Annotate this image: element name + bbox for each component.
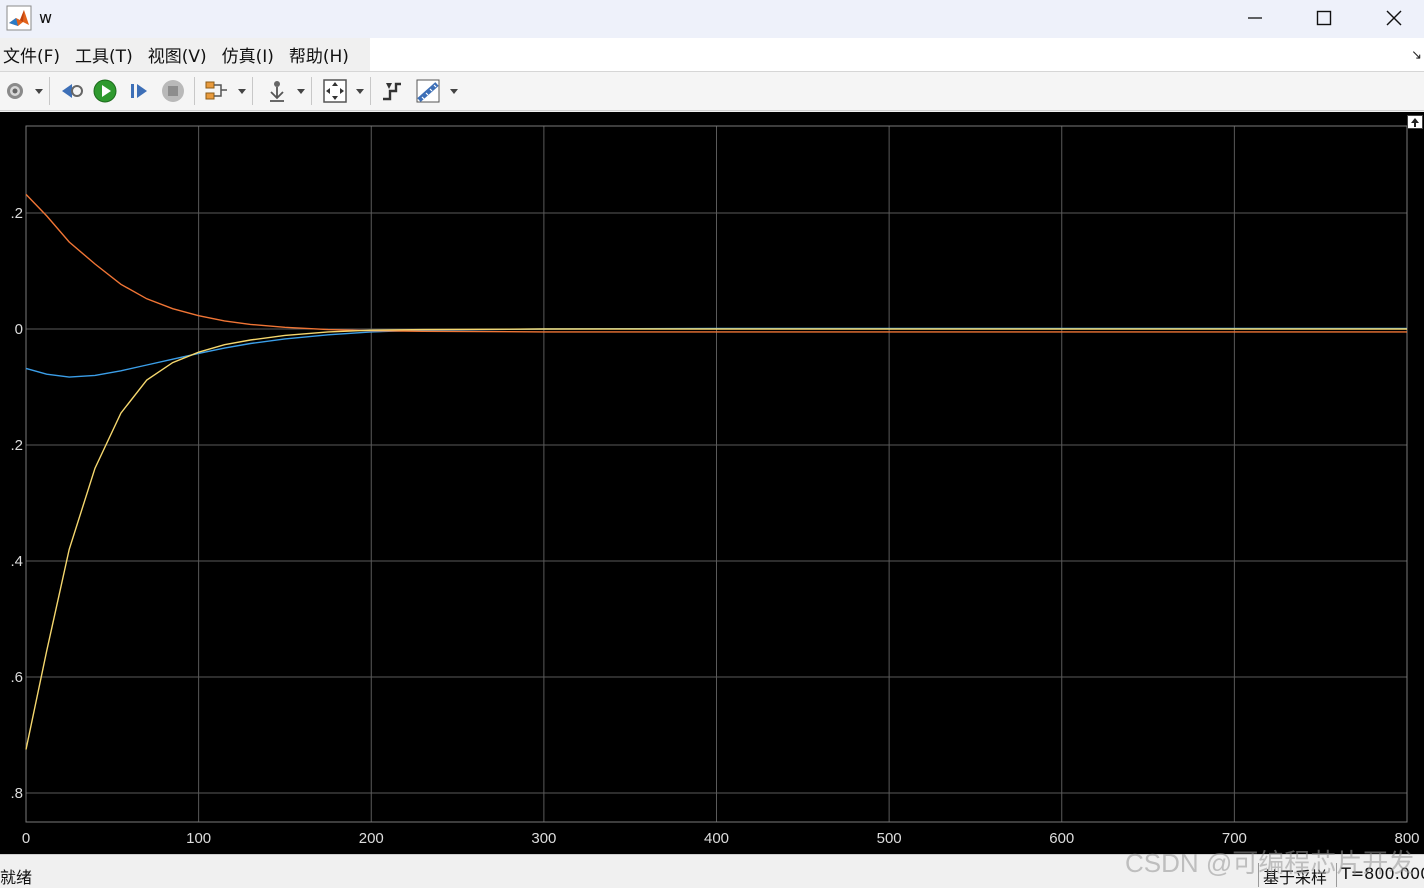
stop-button[interactable]: [159, 72, 187, 110]
trigger-button[interactable]: [262, 72, 292, 110]
x-tick-label: 300: [531, 830, 556, 847]
step-forward-icon: [131, 84, 147, 98]
trigger-dropdown-icon[interactable]: [297, 89, 305, 94]
restore-button[interactable]: [377, 72, 407, 110]
toolbar-separator: [370, 77, 371, 105]
maximize-button[interactable]: [1289, 0, 1359, 36]
y-tick-label: .2: [10, 205, 23, 222]
x-tick-label: 400: [704, 830, 729, 847]
window-title: w: [39, 8, 53, 27]
measure-button[interactable]: [413, 72, 443, 110]
measure-icon: [416, 79, 440, 103]
step-back-icon: [62, 84, 83, 98]
toolbar: [0, 72, 1424, 111]
menu-view[interactable]: 视图(V): [148, 42, 207, 67]
toolbar-separator: [252, 77, 253, 105]
step-back-button[interactable]: [58, 72, 86, 110]
toolbar-separator: [194, 77, 195, 105]
x-tick-label: 0: [22, 830, 30, 847]
status-ready: 就绪: [0, 868, 33, 887]
y-tick-label: .8: [10, 785, 23, 802]
settings-button[interactable]: [2, 72, 28, 110]
settings-icon: [7, 83, 23, 99]
axis-margin-top: [26, 112, 1407, 126]
menu-bar: 文件(F) 工具(T) 视图(V) 仿真(I) 帮助(H) ↘: [0, 38, 1424, 72]
close-icon: [1386, 10, 1402, 26]
run-icon: [93, 79, 117, 103]
measure-dropdown-icon[interactable]: [450, 89, 458, 94]
menu-file[interactable]: 文件(F): [3, 42, 60, 67]
maximize-icon: [1316, 10, 1332, 26]
stop-icon: [162, 80, 184, 102]
menu-tools[interactable]: 工具(T): [75, 42, 133, 67]
menu-items: 文件(F) 工具(T) 视图(V) 仿真(I) 帮助(H): [0, 38, 370, 71]
y-tick-label: 0: [15, 321, 23, 338]
x-tick-label: 600: [1049, 830, 1074, 847]
dock-arrow-icon[interactable]: ↘: [1411, 48, 1422, 63]
y-tick-label: .2: [10, 437, 23, 454]
signal-dropdown-icon[interactable]: [238, 89, 246, 94]
menu-simulation[interactable]: 仿真(I): [222, 42, 274, 67]
signal-select-icon: [205, 81, 227, 100]
settings-dropdown-icon[interactable]: [35, 89, 43, 94]
matlab-logo-icon: [6, 5, 32, 31]
y-tick-label: .6: [10, 669, 23, 686]
y-tick-label: .4: [10, 553, 23, 570]
trigger-icon: [270, 81, 284, 102]
scope-chart[interactable]: 0 100 200 300 400 500 600 700 800.20.2.4.6.8: [0, 112, 1424, 854]
undock-legend-icon[interactable]: [1407, 115, 1423, 129]
x-tick-label: 100: [186, 830, 211, 847]
scope-plot-area: 0 100 200 300 400 500 600 700 800.2 0.2.4.6.8: [0, 112, 1424, 854]
restore-icon: [383, 82, 401, 101]
signal-select-button[interactable]: [201, 72, 231, 110]
axis-margin-right: [1407, 112, 1424, 854]
toolbar-separator: [311, 77, 312, 105]
title-bar: w: [0, 0, 1424, 38]
x-tick-label: 500: [877, 830, 902, 847]
minimize-icon: [1248, 17, 1262, 19]
x-tick-label: 200: [359, 830, 384, 847]
minimize-button[interactable]: [1220, 0, 1290, 36]
zoom-fit-button[interactable]: [319, 72, 351, 110]
axis-margin-left: [0, 112, 26, 854]
close-button[interactable]: [1359, 0, 1424, 36]
step-forward-button[interactable]: [125, 72, 153, 110]
watermark: CSDN @可编程芯片开发: [1125, 848, 1415, 878]
zoom-fit-icon: [323, 79, 347, 103]
toolbar-separator: [49, 77, 50, 105]
zoom-dropdown-icon[interactable]: [356, 89, 364, 94]
menu-help[interactable]: 帮助(H): [289, 42, 349, 67]
run-button[interactable]: [91, 72, 119, 110]
